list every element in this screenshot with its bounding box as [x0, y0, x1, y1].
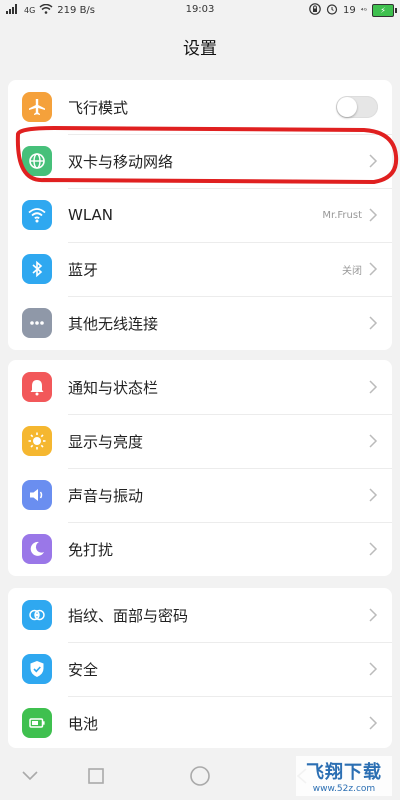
settings-item-label: 声音与振动: [68, 486, 144, 505]
battery-status-icon: ⚡: [372, 4, 397, 17]
sun-icon: [22, 426, 52, 456]
settings-item-label: 电池: [68, 714, 99, 733]
chevron-right-icon: [368, 488, 378, 502]
settings-item-battery[interactable]: 电池: [8, 696, 392, 748]
bell-icon: [22, 372, 52, 402]
circle-icon: [190, 766, 210, 786]
airplane-mode-toggle[interactable]: [336, 96, 378, 118]
chevron-right-icon: [368, 316, 378, 330]
page-title: 设置: [183, 39, 217, 59]
chevron-right-icon: [368, 608, 378, 622]
lock-icon: [309, 3, 321, 18]
settings-item-label: 指纹、面部与密码: [68, 606, 189, 625]
airplane-icon: [22, 92, 52, 122]
chevron-right-icon: [368, 542, 378, 556]
wlan-network-name: Mr.Frust: [322, 209, 362, 221]
status-bar: 4G 219 B/s 19:03 19 ⁴ᴳ ⚡: [0, 0, 400, 22]
settings-group-display: 通知与状态栏 显示与亮度 声音与振动 免打扰: [8, 360, 392, 576]
settings-item-display[interactable]: 显示与亮度: [8, 414, 392, 468]
chevron-right-icon: [368, 208, 378, 222]
watermark-logo: 飞翔下载 www.52z.com: [296, 756, 392, 796]
bluetooth-icon: [22, 254, 52, 284]
settings-group-security: 指纹、面部与密码 安全 电池: [8, 588, 392, 748]
settings-item-label: WLAN: [68, 206, 114, 224]
chevron-right-icon: [368, 716, 378, 730]
settings-item-label: 免打扰: [68, 540, 114, 559]
more-icon: [22, 308, 52, 338]
battery-level: 19: [343, 5, 356, 16]
settings-item-other-wireless[interactable]: 其他无线连接: [8, 296, 392, 350]
settings-item-label: 安全: [68, 660, 99, 679]
settings-item-wlan[interactable]: WLAN Mr.Frust: [8, 188, 392, 242]
watermark-url: www.52z.com: [312, 784, 376, 794]
wifi-icon: [22, 200, 52, 230]
settings-group-connectivity: 飞行模式 双卡与移动网络 WLAN Mr.Frust 蓝牙 关闭 其他无线连接: [8, 80, 392, 350]
chevron-right-icon: [368, 262, 378, 276]
toggle-knob: [337, 97, 357, 117]
speaker-icon: [22, 480, 52, 510]
globe-icon: [22, 146, 52, 176]
settings-item-label: 飞行模式: [68, 98, 129, 117]
shield-icon: [22, 654, 52, 684]
settings-item-do-not-disturb[interactable]: 免打扰: [8, 522, 392, 576]
chevron-right-icon: [368, 662, 378, 676]
nav-home-button[interactable]: [188, 764, 212, 788]
settings-item-label: 显示与亮度: [68, 432, 144, 451]
moon-icon: [22, 534, 52, 564]
battery-icon: [22, 708, 52, 738]
settings-item-fingerprint[interactable]: 指纹、面部与密码: [8, 588, 392, 642]
settings-item-label: 通知与状态栏: [68, 378, 159, 397]
nav-down-button[interactable]: [18, 764, 42, 788]
chevron-right-icon: [368, 154, 378, 168]
chevron-down-icon: [22, 771, 38, 781]
settings-item-security[interactable]: 安全: [8, 642, 392, 696]
settings-item-dual-sim[interactable]: 双卡与移动网络: [8, 134, 392, 188]
settings-item-notifications[interactable]: 通知与状态栏: [8, 360, 392, 414]
settings-item-label: 蓝牙: [68, 260, 99, 279]
chevron-right-icon: [368, 434, 378, 448]
nav-recents-button[interactable]: [84, 764, 108, 788]
settings-item-label: 双卡与移动网络: [68, 152, 174, 171]
chevron-right-icon: [368, 380, 378, 394]
square-icon: [88, 768, 104, 784]
watermark-text: 飞翔下载: [306, 762, 382, 783]
settings-item-label: 其他无线连接: [68, 314, 159, 333]
alarm-icon: [326, 3, 338, 18]
bluetooth-status: 关闭: [342, 265, 362, 277]
settings-item-sound[interactable]: 声音与振动: [8, 468, 392, 522]
hd-icon: ⁴ᴳ: [360, 6, 367, 15]
settings-item-bluetooth[interactable]: 蓝牙 关闭: [8, 242, 392, 296]
settings-item-airplane-mode[interactable]: 飞行模式: [8, 80, 392, 134]
fingerprint-icon: [22, 600, 52, 630]
